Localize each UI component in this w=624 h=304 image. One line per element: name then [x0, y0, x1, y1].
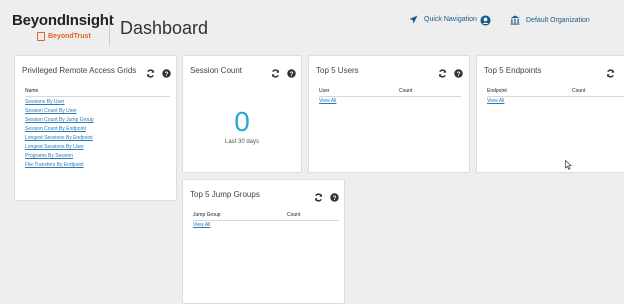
- svg-text:?: ?: [290, 71, 294, 78]
- help-icon[interactable]: ?: [330, 189, 339, 202]
- grid-link-session-count-by-jump-group[interactable]: Session Count By Jump Group: [25, 116, 170, 125]
- view-all-link[interactable]: View All: [487, 97, 624, 106]
- table-header: User Count: [319, 88, 461, 97]
- help-icon[interactable]: ?: [162, 65, 171, 78]
- top-endpoints-table: Endpoint Count View All: [487, 88, 624, 106]
- table-header: Jump Group Count: [193, 212, 339, 221]
- grid-link-programs-by-session[interactable]: Programs By Session: [25, 152, 170, 161]
- count-column-header: Count: [287, 212, 301, 218]
- refresh-icon[interactable]: [606, 65, 615, 78]
- endpoint-column-header: Endpoint: [487, 88, 507, 94]
- brand-sub: BeyondTrust: [48, 33, 91, 40]
- svg-text:?: ?: [333, 195, 337, 202]
- grid-link-sessions-by-user[interactable]: Sessions By User: [25, 98, 170, 107]
- grid-link-session-count-by-endpoint[interactable]: Session Count By Endpoint: [25, 125, 170, 134]
- view-all-link[interactable]: View All: [319, 97, 461, 106]
- top-jump-groups-card: Top 5 Jump Groups ? Jump Group Count Vie…: [182, 179, 345, 304]
- mouse-cursor-icon: [565, 160, 572, 170]
- grids-table: Name Sessions By User Session Count By U…: [25, 88, 170, 170]
- table-header: Endpoint Count: [487, 88, 624, 97]
- top-jump-groups-table: Jump Group Count View All: [193, 212, 339, 230]
- help-icon[interactable]: ?: [287, 65, 296, 78]
- card-title: Top 5 Users: [316, 66, 359, 75]
- card-title: Top 5 Endpoints: [484, 66, 542, 75]
- grid-link-longest-sessions-by-user[interactable]: Longest Sessions By User: [25, 143, 170, 152]
- card-title: Session Count: [190, 66, 243, 75]
- user-icon: [480, 15, 491, 26]
- organization-label: Default Organization: [526, 16, 590, 24]
- top-endpoints-card: Top 5 Endpoints Endpoint Count View All: [476, 55, 624, 173]
- session-count-value: 0: [234, 106, 250, 137]
- help-icon[interactable]: ?: [454, 65, 463, 78]
- top-users-card: Top 5 Users ? User Count View All: [308, 55, 470, 173]
- grids-link-list: Sessions By User Session Count By User S…: [25, 97, 170, 170]
- paper-plane-icon: [409, 15, 418, 24]
- card-title: Privileged Remote Access Grids: [22, 66, 137, 75]
- refresh-icon[interactable]: [438, 65, 447, 78]
- building-icon: [510, 15, 520, 25]
- table-header: Name: [25, 88, 170, 97]
- refresh-icon[interactable]: [146, 65, 155, 78]
- count-column-header: Count: [572, 88, 586, 94]
- brand-name: BeyondInsight: [12, 12, 114, 29]
- session-count-period: Last 30 days: [224, 139, 260, 145]
- pra-grids-card: Privileged Remote Access Grids ? Name Se…: [14, 55, 177, 201]
- quick-navigation-label: Quick Navigation: [424, 16, 477, 23]
- grid-link-file-transfers-by-endpoint[interactable]: File Transfers By Endpoint: [25, 161, 170, 170]
- name-column-header: Name: [25, 88, 39, 94]
- header-divider: [109, 12, 110, 46]
- quick-navigation-button[interactable]: Quick Navigation: [409, 15, 477, 24]
- svg-text:?: ?: [457, 71, 461, 78]
- grid-link-session-count-by-user[interactable]: Session Count By User: [25, 107, 170, 116]
- count-column-header: Count: [399, 88, 413, 94]
- jump-group-column-header: Jump Group: [193, 212, 221, 218]
- view-all-link[interactable]: View All: [193, 221, 339, 230]
- page-title: Dashboard: [120, 18, 209, 38]
- brand-logo[interactable]: BeyondInsight BeyondTrust: [12, 12, 114, 41]
- organization-selector[interactable]: Default Organization: [510, 15, 590, 25]
- top-bar: BeyondInsight BeyondTrust Dashboard Quic…: [0, 0, 624, 52]
- user-menu-button[interactable]: [480, 15, 497, 26]
- session-count-card: Session Count ? 0 Last 30 days: [182, 55, 302, 173]
- refresh-icon[interactable]: [314, 189, 323, 202]
- top-users-table: User Count View All: [319, 88, 461, 106]
- refresh-icon[interactable]: [271, 65, 280, 78]
- beyondtrust-logo-icon: [37, 32, 45, 41]
- grid-link-longest-sessions-by-endpoint[interactable]: Longest Sessions By Endpoint: [25, 134, 170, 143]
- card-title: Top 5 Jump Groups: [190, 190, 260, 199]
- user-column-header: User: [319, 88, 330, 94]
- svg-text:?: ?: [165, 71, 169, 78]
